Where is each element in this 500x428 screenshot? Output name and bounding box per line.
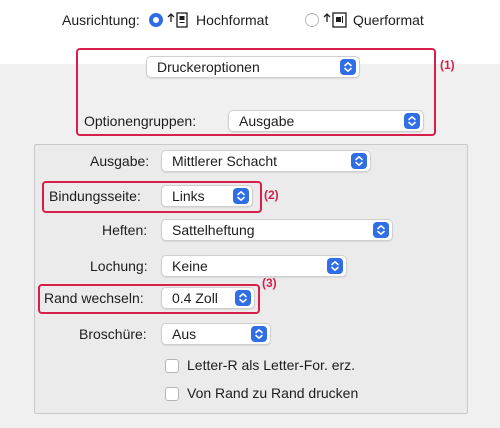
landscape-orientation-icon — [322, 11, 348, 29]
chevron-updown-icon — [327, 258, 343, 274]
chevron-updown-icon — [404, 113, 420, 129]
letter-r-label[interactable]: Letter-R als Letter-For. erz. — [187, 357, 355, 373]
callout-label-3: (3) — [262, 276, 277, 290]
punch-label: Lochung: — [90, 258, 148, 274]
staple-popup[interactable]: Sattelheftung — [161, 219, 393, 241]
section-popup-value: Druckeroptionen — [157, 59, 260, 75]
orientation-label: Ausrichtung: — [62, 12, 140, 28]
edge-to-edge-label[interactable]: Von Rand zu Rand drucken — [187, 385, 358, 401]
portrait-label[interactable]: Hochformat — [196, 12, 268, 28]
chevron-updown-icon — [233, 188, 249, 204]
punch-value: Keine — [172, 258, 208, 274]
callout-label-2: (2) — [264, 188, 279, 202]
margin-shift-popup[interactable]: 0.4 Zoll — [161, 287, 255, 309]
chevron-updown-icon — [251, 326, 267, 342]
booklet-value: Aus — [172, 326, 197, 342]
letter-r-checkbox[interactable] — [165, 359, 179, 373]
margin-shift-value: 0.4 Zoll — [172, 290, 218, 306]
booklet-popup[interactable]: Aus — [161, 323, 271, 345]
chevron-updown-icon — [340, 59, 356, 75]
chevron-updown-icon — [373, 222, 389, 238]
section-popup[interactable]: Druckeroptionen — [146, 56, 360, 78]
option-groups-popup[interactable]: Ausgabe — [228, 110, 424, 132]
callout-label-1: (1) — [440, 58, 455, 72]
landscape-label[interactable]: Querformat — [353, 12, 424, 28]
output-label: Ausgabe: — [90, 153, 150, 169]
output-popup[interactable]: Mittlerer Schacht — [161, 150, 371, 172]
edge-to-edge-checkbox[interactable] — [165, 387, 179, 401]
staple-value: Sattelheftung — [172, 222, 255, 238]
chevron-updown-icon — [235, 290, 251, 306]
option-groups-label: Optionengruppen: — [84, 113, 197, 129]
binding-value: Links — [172, 188, 205, 204]
punch-popup[interactable]: Keine — [161, 255, 347, 277]
portrait-radio[interactable] — [149, 13, 163, 27]
binding-label: Bindungsseite: — [49, 188, 141, 204]
staple-label: Heften: — [102, 222, 148, 238]
option-groups-value: Ausgabe — [239, 113, 295, 129]
margin-shift-label: Rand wechseln: — [44, 290, 144, 306]
landscape-radio[interactable] — [305, 13, 319, 27]
booklet-label: Broschüre: — [79, 326, 147, 342]
portrait-orientation-icon — [166, 11, 190, 29]
chevron-updown-icon — [351, 153, 367, 169]
output-value: Mittlerer Schacht — [172, 153, 278, 169]
binding-popup[interactable]: Links — [161, 185, 253, 207]
